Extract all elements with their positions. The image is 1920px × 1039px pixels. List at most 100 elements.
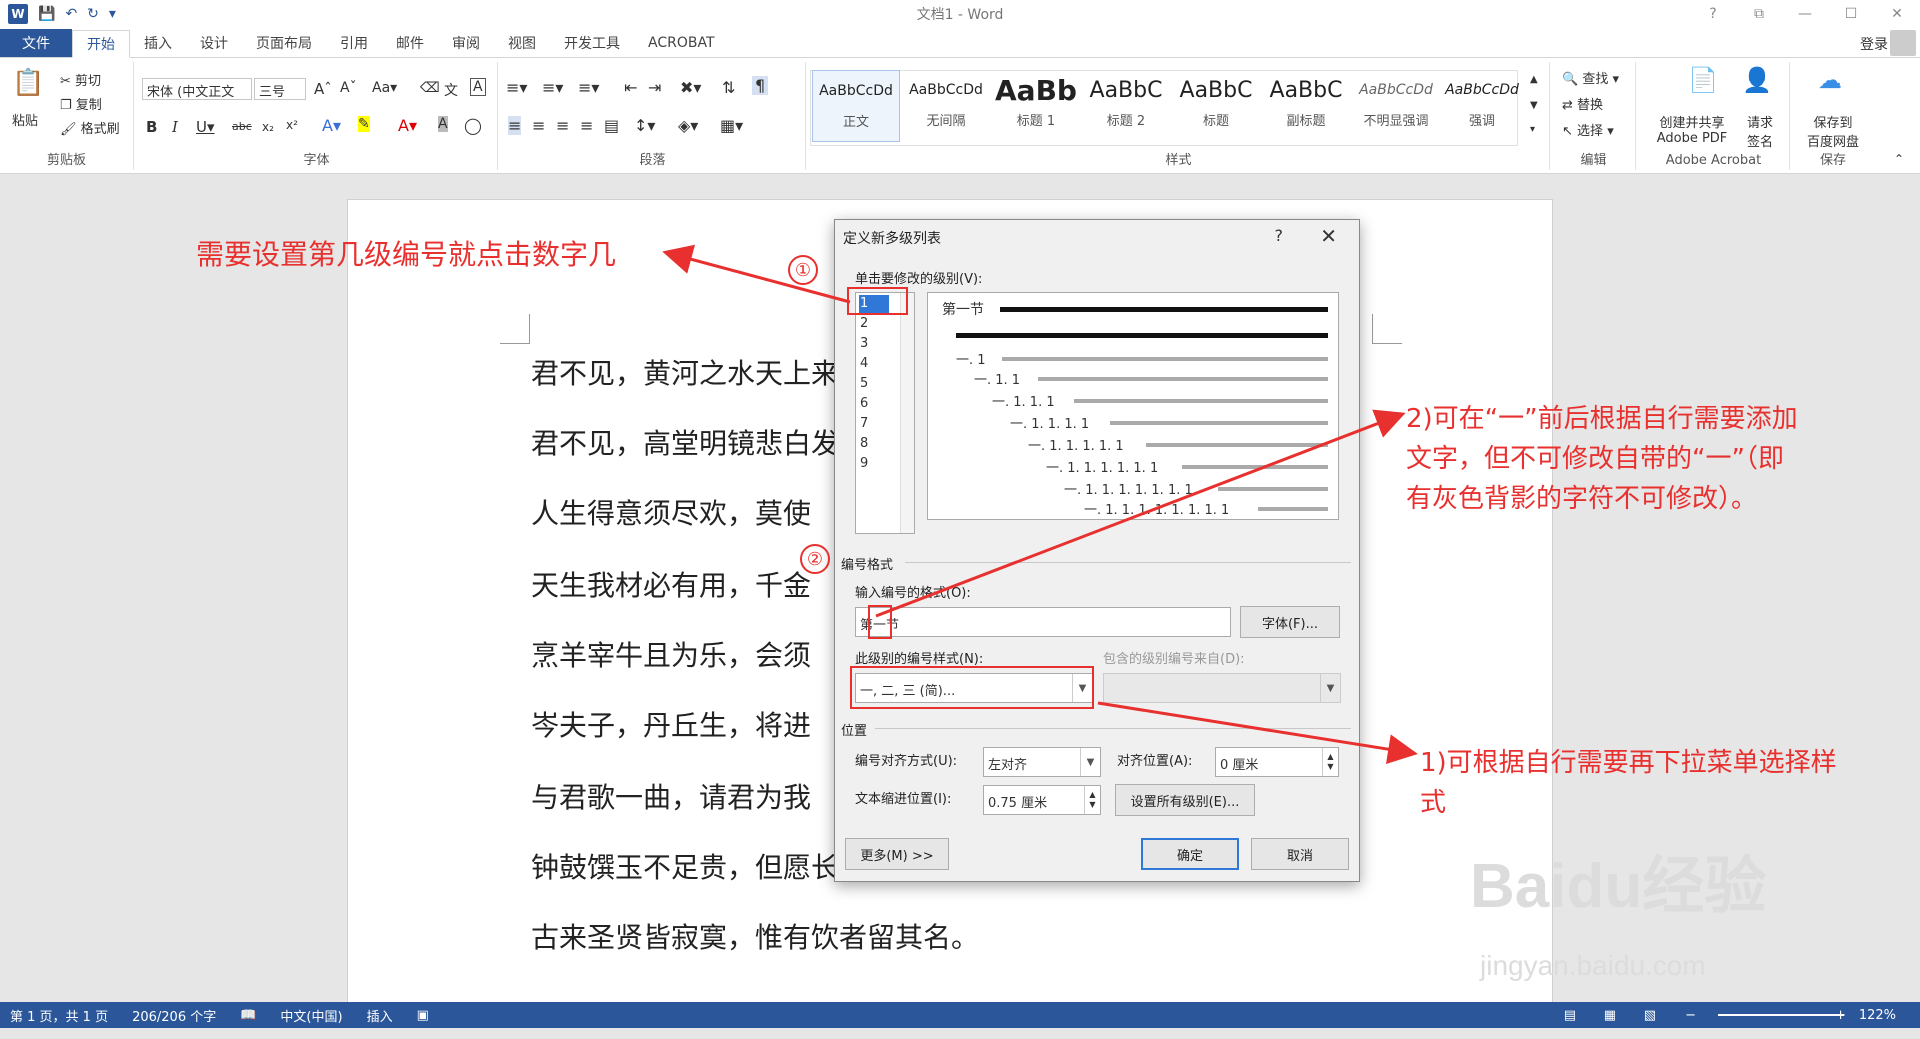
level-item[interactable]: 7 xyxy=(860,415,890,433)
gallery-up-icon[interactable]: ▲ xyxy=(1530,74,1538,85)
style-heading2[interactable]: AaBbC 标题 2 xyxy=(1082,70,1170,142)
tab-view[interactable]: 视图 xyxy=(494,29,550,57)
font-size-select[interactable]: 三号 xyxy=(254,78,306,100)
bullets-icon[interactable]: ≡▾ xyxy=(506,78,527,97)
doc-line[interactable]: 人生得意须尽欢，莫使 xyxy=(531,492,811,532)
clear-format-icon[interactable]: ⌫ xyxy=(420,80,440,96)
web-layout-icon[interactable]: ▧ xyxy=(1644,1008,1656,1023)
level-item[interactable]: 4 xyxy=(860,355,890,373)
find-button[interactable]: 🔍 查找 ▾ xyxy=(1562,68,1619,87)
paste-icon[interactable]: 📋 xyxy=(12,68,44,98)
spinner-icon[interactable]: ▲ ▼ xyxy=(1322,748,1338,776)
spinner-icon[interactable]: ▲ ▼ xyxy=(1084,786,1100,814)
chinese-layout-icon[interactable]: ✖▾ xyxy=(680,78,701,97)
level-item[interactable]: 6 xyxy=(860,395,890,413)
tab-insert[interactable]: 插入 xyxy=(130,29,186,57)
more-button[interactable]: 更多(M) >> xyxy=(845,838,949,870)
tab-references[interactable]: 引用 xyxy=(326,29,382,57)
proofing-icon[interactable]: 📖 xyxy=(240,1008,256,1023)
tab-developer[interactable]: 开发工具 xyxy=(550,29,634,57)
ok-button[interactable]: 确定 xyxy=(1141,838,1239,870)
phonetic-guide-icon[interactable]: 文 xyxy=(444,80,458,100)
doc-line[interactable]: 与君歌一曲，请君为我 xyxy=(531,776,811,816)
language[interactable]: 中文(中国) xyxy=(280,1006,342,1025)
sort-icon[interactable]: ⇅ xyxy=(722,78,735,97)
doc-line[interactable]: 古来圣贤皆寂寞，惟有饮者留其名。 xyxy=(531,916,979,956)
minimize-button[interactable]: — xyxy=(1782,0,1828,28)
level-item[interactable]: 5 xyxy=(860,375,890,393)
gallery-down-icon[interactable]: ▼ xyxy=(1530,100,1538,111)
superscript-icon[interactable]: x² xyxy=(286,118,298,132)
align-left-icon[interactable]: ≡ xyxy=(508,116,522,135)
borders-icon[interactable]: ▦▾ xyxy=(720,116,743,135)
tab-design[interactable]: 设计 xyxy=(186,29,242,57)
style-no-spacing[interactable]: AaBbCcDd 无间隔 xyxy=(902,70,990,142)
style-title[interactable]: AaBbC 标题 xyxy=(1172,70,1260,142)
tab-acrobat[interactable]: ACROBAT xyxy=(634,29,729,57)
macro-icon[interactable]: ▣ xyxy=(417,1008,429,1023)
save-icon[interactable]: 💾 xyxy=(38,6,55,22)
font-name-select[interactable]: 宋体 (中文正文 xyxy=(142,78,252,100)
text-effects-icon[interactable]: A▾ xyxy=(322,116,341,135)
style-subtitle[interactable]: AaBbC 副标题 xyxy=(1262,70,1350,142)
char-border-icon[interactable]: A xyxy=(470,78,486,96)
collapse-ribbon-icon[interactable]: ⌃ xyxy=(1894,152,1904,166)
level-item[interactable]: 9 xyxy=(860,455,890,473)
cut-button[interactable]: ✂ 剪切 xyxy=(60,70,101,89)
word-count[interactable]: 206/206 个字 xyxy=(132,1006,216,1025)
select-button[interactable]: ↖ 选择 ▾ xyxy=(1562,120,1614,139)
redo-icon[interactable]: ↻ xyxy=(87,6,99,22)
set-all-levels-button[interactable]: 设置所有级别(E)... xyxy=(1115,784,1255,816)
shrink-font-icon[interactable]: Aˇ xyxy=(340,80,357,96)
tab-home[interactable]: 开始 xyxy=(72,30,130,58)
copy-button[interactable]: ❐ 复制 xyxy=(60,94,102,113)
replace-button[interactable]: ⇄ 替换 xyxy=(1562,94,1603,113)
avatar[interactable] xyxy=(1890,30,1916,56)
indent-input[interactable]: 0.75 厘米 ▲ ▼ xyxy=(983,785,1101,815)
doc-line[interactable]: 岑夫子，丹丘生，将进 xyxy=(531,704,811,744)
level-item[interactable]: 2 xyxy=(860,315,890,333)
font-button[interactable]: 字体(F)... xyxy=(1240,606,1340,638)
bold-icon[interactable]: B xyxy=(146,118,157,136)
align-select[interactable]: 左对齐 ▼ xyxy=(983,747,1101,777)
grow-font-icon[interactable]: Aˆ xyxy=(314,80,332,98)
underline-icon[interactable]: U▾ xyxy=(196,118,215,136)
create-pdf-button[interactable]: 创建并共享 Adobe PDF xyxy=(1648,112,1736,146)
level-item[interactable]: 8 xyxy=(860,435,890,453)
zoom-slider[interactable] xyxy=(1718,1014,1844,1016)
doc-line[interactable]: 君不见，高堂明镜悲白发 xyxy=(531,422,839,462)
char-shading-icon[interactable]: A xyxy=(438,116,448,132)
style-normal[interactable]: AaBbCcDd 正文 xyxy=(812,70,900,142)
justify-icon[interactable]: ≡ xyxy=(580,116,593,135)
zoom-level[interactable]: 122% xyxy=(1859,1008,1896,1023)
increase-indent-icon[interactable]: ⇥ xyxy=(648,78,661,97)
style-emphasis[interactable]: AaBbCcDd 强调 xyxy=(1438,70,1526,142)
doc-line[interactable]: 烹羊宰牛且为乐，会须 xyxy=(531,634,811,674)
tab-review[interactable]: 审阅 xyxy=(438,29,494,57)
highlight-icon[interactable]: ✎ xyxy=(358,116,370,132)
enclose-char-icon[interactable]: ◯ xyxy=(464,116,482,135)
style-subtle-emphasis[interactable]: AaBbCcDd 不明显强调 xyxy=(1352,70,1440,142)
number-format-input[interactable]: 第一节 xyxy=(855,607,1231,637)
print-layout-icon[interactable]: ▦ xyxy=(1604,1008,1616,1023)
level-listbox[interactable]: 1 2 3 4 5 6 7 8 9 xyxy=(855,292,915,534)
tab-layout[interactable]: 页面布局 xyxy=(242,29,326,57)
doc-line[interactable]: 君不见，黄河之水天上来 xyxy=(531,352,839,392)
insert-mode[interactable]: 插入 xyxy=(367,1006,393,1025)
font-color-icon[interactable]: A▾ xyxy=(398,116,417,135)
dialog-close-button[interactable]: ✕ xyxy=(1320,224,1337,248)
zoom-out-icon[interactable]: − xyxy=(1685,1008,1696,1023)
help-button[interactable]: ? xyxy=(1690,0,1736,28)
maximize-button[interactable]: ☐ xyxy=(1828,0,1874,28)
italic-icon[interactable]: I xyxy=(172,118,178,136)
level-scrollbar[interactable] xyxy=(900,293,914,533)
customize-qat-icon[interactable]: ▾ xyxy=(109,6,116,22)
change-case-icon[interactable]: Aa▾ xyxy=(372,80,397,96)
close-window-button[interactable]: ✕ xyxy=(1874,0,1920,28)
tab-mailings[interactable]: 邮件 xyxy=(382,29,438,57)
show-marks-icon[interactable]: ¶ xyxy=(752,76,769,95)
distribute-icon[interactable]: ▤ xyxy=(604,116,619,135)
strikethrough-icon[interactable]: abc xyxy=(232,120,252,133)
multilevel-list-icon[interactable]: ≡▾ xyxy=(578,78,599,97)
decrease-indent-icon[interactable]: ⇤ xyxy=(624,78,637,97)
